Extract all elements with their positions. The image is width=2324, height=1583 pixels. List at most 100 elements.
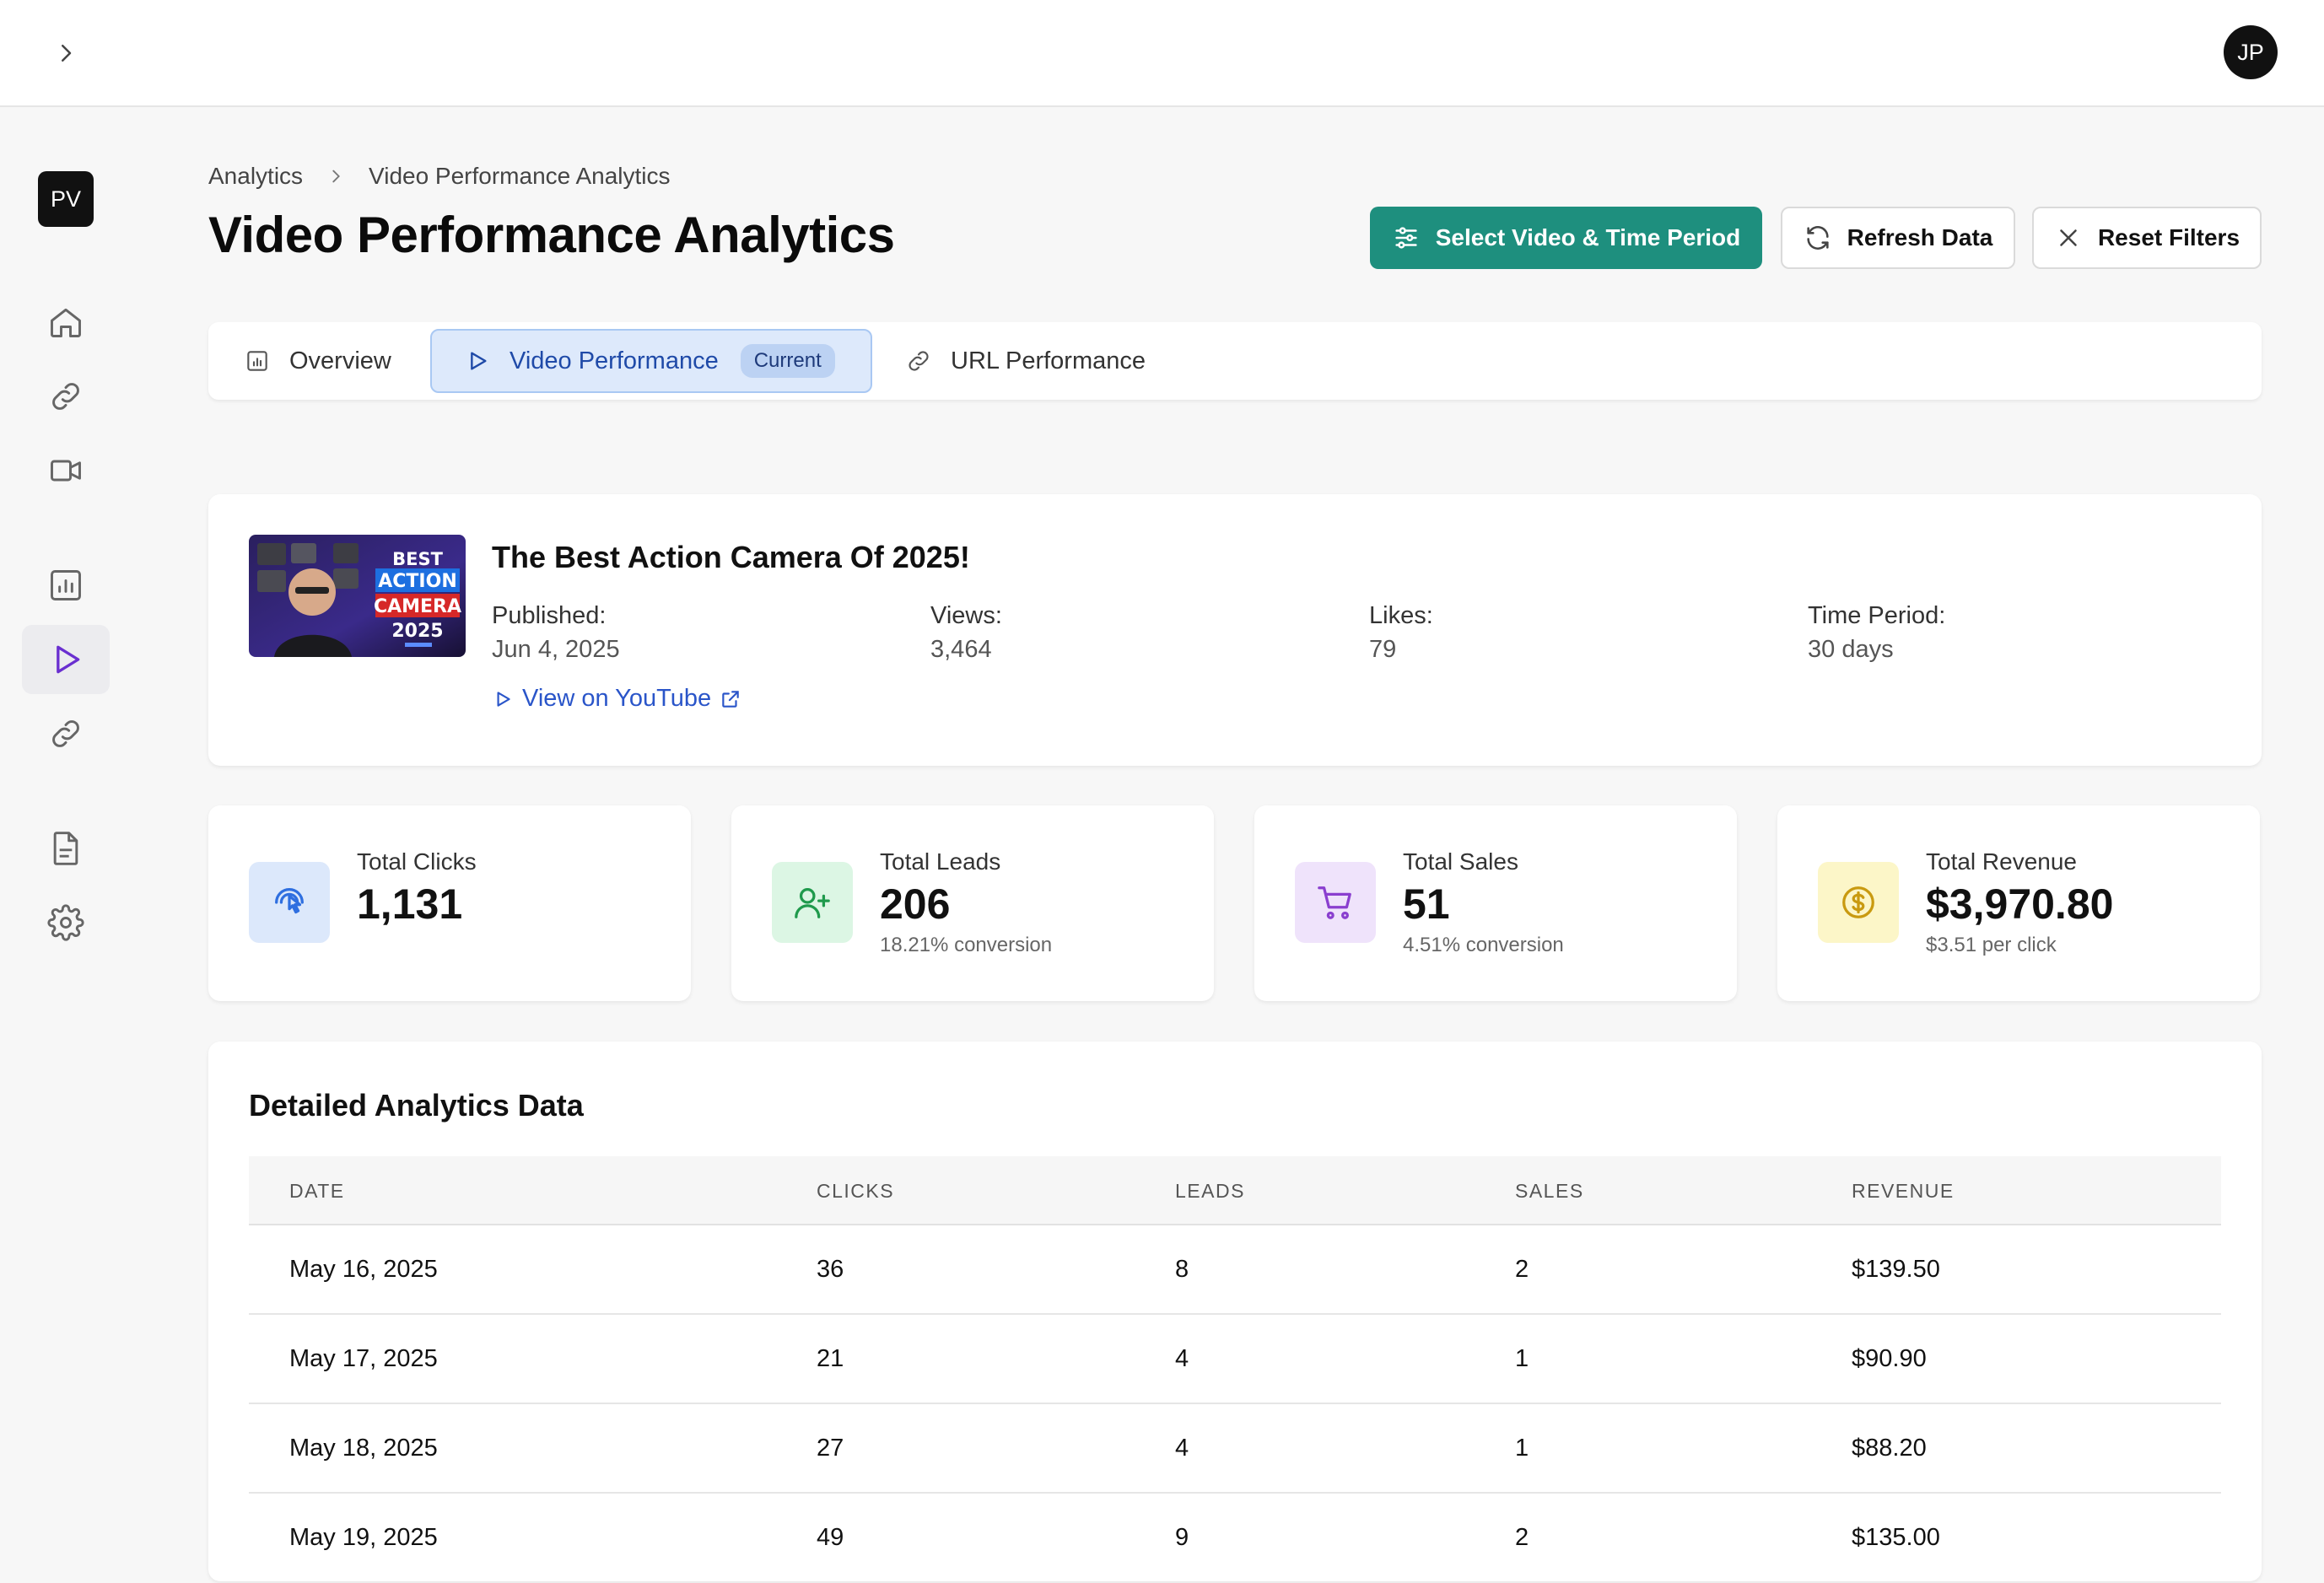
thumbnail-text: CAMERA bbox=[374, 596, 461, 617]
video-info-card: BEST ACTION CAMERA 2025 The Best Action … bbox=[208, 494, 2262, 766]
column-header-date[interactable]: DATE bbox=[289, 1180, 345, 1203]
stat-icon-box bbox=[1818, 862, 1899, 943]
expand-sidebar-button[interactable] bbox=[51, 34, 81, 73]
views-meta: Views: 3,464 bbox=[930, 599, 1002, 666]
cell-sales: 1 bbox=[1515, 1345, 1529, 1372]
cell-leads: 9 bbox=[1175, 1524, 1189, 1551]
sidebar-item-documents[interactable] bbox=[22, 814, 110, 883]
cell-date: May 17, 2025 bbox=[289, 1345, 438, 1372]
published-meta: Published: Jun 4, 2025 bbox=[492, 599, 620, 666]
play-icon bbox=[497, 691, 510, 707]
chevron-right-icon bbox=[62, 45, 72, 62]
breadcrumb-analytics[interactable]: Analytics bbox=[208, 163, 303, 190]
time-period-meta: Time Period: 30 days bbox=[1808, 599, 1945, 666]
cell-revenue: $139.50 bbox=[1852, 1256, 1940, 1283]
video-camera-icon bbox=[51, 460, 81, 482]
stat-icon-box bbox=[1295, 862, 1376, 943]
tab-overview-label: Overview bbox=[289, 347, 391, 374]
select-video-label: Select Video & Time Period bbox=[1435, 224, 1741, 250]
published-label: Published: bbox=[492, 602, 607, 629]
tab-url-performance[interactable]: URL Performance bbox=[905, 329, 1146, 393]
tab-overview[interactable]: Overview bbox=[244, 329, 391, 393]
sidebar-item-links[interactable] bbox=[22, 362, 110, 431]
view-on-youtube-label: View on YouTube bbox=[522, 685, 712, 712]
external-link-icon bbox=[722, 690, 739, 708]
stat-value: 51 bbox=[1403, 880, 1450, 928]
stat-sub: $3.51 per click bbox=[1926, 934, 2057, 956]
column-header-leads[interactable]: LEADS bbox=[1175, 1180, 1245, 1203]
stat-icon-box bbox=[249, 862, 330, 943]
time-period-value: 30 days bbox=[1808, 636, 1894, 663]
top-bar: JP bbox=[0, 0, 2324, 107]
stat-card-total-clicks: Total Clicks 1,131 bbox=[208, 805, 691, 1001]
cell-revenue: $90.90 bbox=[1852, 1345, 1927, 1372]
sidebar-item-analytics[interactable] bbox=[22, 551, 110, 620]
chevron-right-icon bbox=[326, 167, 345, 186]
stat-label: Total Revenue bbox=[1926, 848, 2078, 875]
stat-card-total-leads: Total Leads 206 18.21% conversion bbox=[731, 805, 1214, 1001]
sidebar-item-video-performance[interactable] bbox=[22, 625, 110, 694]
column-header-clicks[interactable]: CLICKS bbox=[817, 1180, 894, 1203]
stat-label: Total Leads bbox=[880, 848, 1001, 875]
video-thumbnail[interactable]: BEST ACTION CAMERA 2025 bbox=[249, 535, 466, 657]
current-badge: Current bbox=[740, 344, 835, 378]
cell-clicks: 36 bbox=[817, 1256, 844, 1283]
bar-chart-icon bbox=[51, 570, 81, 600]
stat-sub: 4.51% conversion bbox=[1403, 934, 1564, 956]
table-row: May 18, 2025 27 4 1 $88.20 bbox=[249, 1404, 2221, 1494]
refresh-data-button[interactable]: Refresh Data bbox=[1781, 207, 2015, 269]
stat-value: 206 bbox=[880, 880, 951, 928]
cell-clicks: 49 bbox=[817, 1524, 844, 1551]
sidebar-item-url-performance[interactable] bbox=[22, 699, 110, 768]
sidebar-item-settings[interactable] bbox=[22, 888, 110, 957]
sidebar-item-home[interactable] bbox=[22, 288, 110, 357]
stat-value: $3,970.80 bbox=[1926, 880, 2114, 928]
link-icon bbox=[52, 720, 79, 747]
cell-date: May 19, 2025 bbox=[289, 1524, 438, 1551]
cell-date: May 18, 2025 bbox=[289, 1435, 438, 1462]
app-logo[interactable]: PV bbox=[38, 171, 94, 227]
column-header-sales[interactable]: SALES bbox=[1515, 1180, 1584, 1203]
table-row: May 19, 2025 49 9 2 $135.00 bbox=[249, 1494, 2221, 1583]
select-video-time-period-button[interactable]: Select Video & Time Period bbox=[1370, 207, 1762, 269]
reset-filters-button[interactable]: Reset Filters bbox=[2032, 207, 2262, 269]
tab-video-performance-label: Video Performance bbox=[510, 347, 719, 374]
published-value: Jun 4, 2025 bbox=[492, 636, 620, 663]
cell-leads: 8 bbox=[1175, 1256, 1189, 1283]
views-value: 3,464 bbox=[930, 636, 992, 663]
home-icon bbox=[51, 308, 81, 337]
cell-revenue: $135.00 bbox=[1852, 1524, 1940, 1551]
thumbnail-text: BEST bbox=[392, 549, 443, 569]
close-icon bbox=[2060, 229, 2077, 246]
sidebar-item-videos[interactable] bbox=[22, 436, 110, 505]
stat-sub: 18.21% conversion bbox=[880, 934, 1053, 956]
view-on-youtube-link[interactable]: View on YouTube bbox=[492, 685, 741, 713]
cell-clicks: 21 bbox=[817, 1345, 844, 1372]
stat-label: Total Sales bbox=[1403, 848, 1518, 875]
tab-url-performance-label: URL Performance bbox=[951, 347, 1146, 374]
user-avatar[interactable]: JP bbox=[2224, 25, 2278, 79]
tab-video-performance[interactable]: Video Performance Current bbox=[430, 329, 872, 393]
video-title: The Best Action Camera Of 2025! bbox=[492, 540, 970, 574]
stat-card-total-revenue: Total Revenue $3,970.80 $3.51 per click bbox=[1777, 805, 2260, 1001]
cell-date: May 16, 2025 bbox=[289, 1256, 438, 1283]
thumbnail-text: ACTION bbox=[378, 571, 456, 592]
link-icon bbox=[52, 383, 79, 410]
views-label: Views: bbox=[930, 602, 1002, 629]
reset-label: Reset Filters bbox=[2097, 224, 2240, 250]
table-row: May 16, 2025 36 8 2 $139.50 bbox=[249, 1225, 2221, 1315]
likes-label: Likes: bbox=[1369, 602, 1433, 629]
breadcrumb-current: Video Performance Analytics bbox=[369, 163, 671, 189]
detailed-analytics-card: Detailed Analytics Data DATE CLICKS LEAD… bbox=[208, 1042, 2262, 1581]
column-header-revenue[interactable]: REVENUE bbox=[1852, 1180, 1955, 1203]
shopping-cart-icon bbox=[1318, 886, 1351, 919]
cell-sales: 2 bbox=[1515, 1256, 1529, 1283]
cell-leads: 4 bbox=[1175, 1345, 1189, 1372]
play-icon bbox=[57, 645, 80, 674]
cell-clicks: 27 bbox=[817, 1435, 844, 1462]
time-period-label: Time Period: bbox=[1808, 602, 1946, 629]
breadcrumb: Analytics Video Performance Analytics bbox=[208, 163, 671, 190]
page-title: Video Performance Analytics bbox=[208, 207, 895, 263]
cell-sales: 1 bbox=[1515, 1435, 1529, 1462]
gear-icon bbox=[47, 904, 84, 941]
